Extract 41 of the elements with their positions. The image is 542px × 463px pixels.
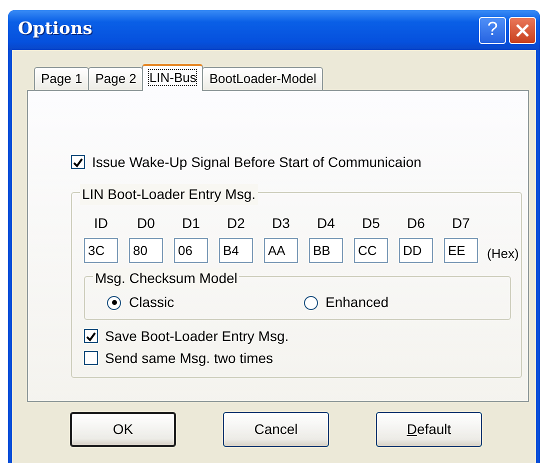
hex-input-field[interactable]: CC — [354, 238, 388, 263]
group-title: LIN Boot-Loader Entry Msg. — [80, 184, 258, 205]
hex-input-field[interactable]: DD — [399, 238, 433, 263]
hex-input-field[interactable]: AA — [264, 238, 298, 263]
radio-button[interactable] — [107, 296, 121, 310]
hex-input-field[interactable]: B4 — [219, 238, 253, 263]
checkbox-label: Save Boot-Loader Entry Msg. — [105, 326, 289, 346]
field-label: D4 — [317, 214, 335, 233]
field-label: D3 — [272, 214, 290, 233]
hex-input-field[interactable]: BB — [309, 238, 343, 263]
tab[interactable]: Page 2 — [88, 67, 144, 90]
help-button[interactable]: ? — [479, 16, 506, 44]
hex-input-field[interactable]: 80 — [129, 238, 163, 263]
checkbox-label: Send same Msg. two times — [105, 348, 274, 368]
unit-label: (Hex) — [487, 244, 519, 263]
hex-input-field[interactable]: 3C — [84, 238, 118, 263]
checkbox[interactable] — [71, 155, 85, 169]
field-label: ID — [94, 214, 108, 233]
tab[interactable]: BootLoader-Model — [202, 67, 324, 90]
tab[interactable]: Page 1 — [34, 67, 90, 90]
hex-input-field[interactable]: 06 — [174, 238, 208, 263]
field-label: D0 — [137, 214, 155, 233]
radio-label: Classic — [129, 293, 174, 312]
close-button[interactable] — [509, 16, 536, 44]
field-label: D1 — [182, 214, 200, 233]
field-label: D7 — [452, 214, 470, 233]
radio-label: Enhanced — [326, 293, 389, 312]
field-label: D2 — [227, 214, 245, 233]
radio-button[interactable] — [304, 296, 318, 310]
checkbox[interactable] — [84, 351, 98, 365]
field-label: D5 — [362, 214, 380, 233]
checkbox[interactable] — [84, 329, 98, 343]
tab[interactable]: LIN-Bus — [142, 64, 204, 91]
field-label: D6 — [407, 214, 425, 233]
cancel-button[interactable]: Cancel — [223, 412, 329, 447]
hex-input-field[interactable]: EE — [444, 238, 478, 263]
ok-button[interactable]: OK — [70, 412, 176, 447]
window-title: Options — [18, 18, 94, 42]
default-button[interactable]: Default — [376, 412, 482, 447]
close-icon — [515, 22, 530, 38]
checkbox-label: Issue Wake-Up Signal Before Start of Communicaion — [92, 152, 422, 172]
